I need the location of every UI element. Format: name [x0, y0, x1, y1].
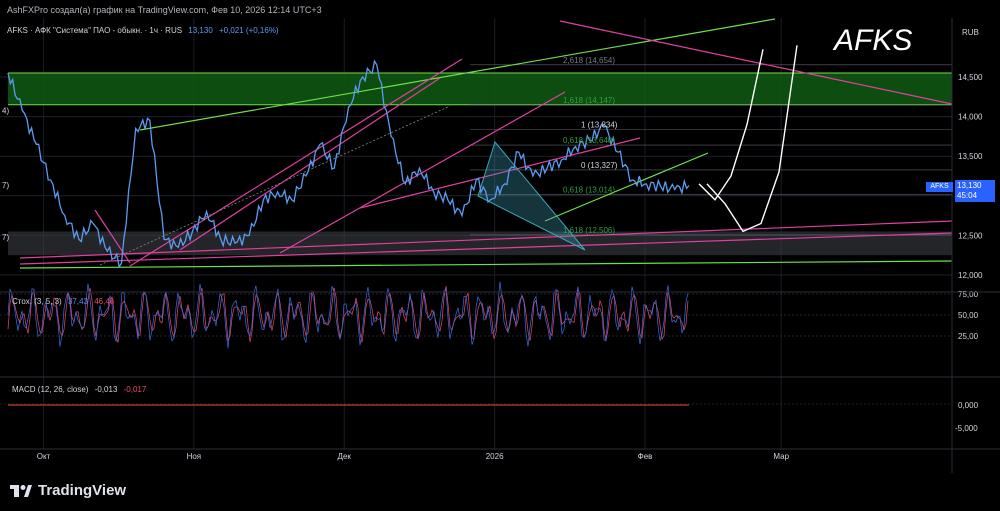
stoch-name: Стох. (3, 5, 3)	[12, 297, 62, 306]
fib-label: 0 (13,327)	[581, 161, 618, 170]
fib-label: 1 (13,834)	[581, 121, 618, 130]
chart-canvas[interactable]: 2,618 (14,654) 1,618 (14,147) 1 (13,834) 0,…	[0, 18, 1000, 473]
fib-label: 2,618 (14,654)	[563, 56, 615, 65]
time-tick-label: 2026	[486, 452, 504, 461]
tradingview-logo[interactable]: TradingView	[10, 482, 126, 499]
watermark-title: AFKS	[834, 24, 913, 57]
ticker-tag: AFKS	[926, 182, 953, 192]
macd-value: -0,013	[94, 385, 118, 394]
left-edge-label: 4)	[2, 106, 9, 115]
price-tick-label: 13,500	[958, 152, 983, 161]
stoch-d-value: 46,46	[94, 297, 115, 306]
macd-tick-label: -5,000	[955, 424, 978, 433]
time-axis[interactable]: Окт Ноя Дек 2026 Фев Мар	[37, 452, 790, 461]
fib-label: 1,618 (12,506)	[563, 226, 615, 235]
price-tick-label: 14,000	[958, 113, 983, 122]
left-edge-label: 7)	[2, 233, 9, 242]
price-tick-label: 12,500	[958, 231, 983, 240]
currency-label[interactable]: RUB	[962, 28, 979, 37]
stoch-legend[interactable]: Стох. (3, 5, 3) 37,43 46,46	[12, 297, 118, 306]
time-tick-label: Дек	[338, 452, 352, 461]
stoch-tick-label: 50,00	[958, 311, 979, 320]
price-axis[interactable]: 14,50014,00013,50013,00012,50012,00075,0…	[955, 73, 983, 433]
stoch-tick-label: 25,00	[958, 332, 979, 341]
macd-tick-label: 0,000	[958, 401, 979, 410]
legend-price: 13,130	[188, 26, 213, 35]
price-tick-label: 14,500	[958, 73, 983, 82]
time-tick-label: Мар	[773, 452, 789, 461]
macd-signal-value: -0,017	[123, 385, 147, 394]
macd-legend[interactable]: MACD (12, 26, close) -0,013 -0,017	[12, 385, 150, 394]
last-price-value: 13,130	[957, 181, 982, 190]
chart-frame: AshFXPro создал(а) график на TradingView…	[0, 0, 1000, 511]
stoch-k-value: 37,43	[67, 297, 88, 306]
fib-label: 1,618 (14,147)	[563, 96, 615, 105]
time-tick-label: Фев	[638, 452, 653, 461]
legend-change: +0,021 (+0,16%)	[219, 26, 279, 35]
author-caption: AshFXPro создал(а) график на TradingView…	[7, 5, 322, 15]
stoch-tick-label: 75,00	[958, 290, 979, 299]
bar-countdown: 45:04	[957, 191, 978, 200]
macd-name: MACD (12, 26, close)	[12, 385, 89, 394]
fib-label: 0,618 (13,014)	[563, 186, 615, 195]
tradingview-logo-icon	[10, 484, 32, 497]
last-price-tag: 13,130 45:04	[955, 180, 995, 202]
time-tick-label: Окт	[37, 452, 51, 461]
time-tick-label: Ноя	[187, 452, 202, 461]
tradingview-logo-text: TradingView	[38, 482, 127, 499]
price-tick-label: 12,000	[958, 271, 983, 280]
symbol-legend[interactable]: AFKS · АФК "Система" ПАО - обыкн. · 1ч ·…	[7, 26, 283, 35]
left-edge-label: 7)	[2, 181, 9, 190]
supply-zone	[8, 73, 952, 105]
fib-label: 0,618 (13,640)	[563, 136, 615, 145]
symbol-title: AFKS · АФК "Система" ПАО - обыкн. · 1ч ·…	[7, 26, 183, 35]
